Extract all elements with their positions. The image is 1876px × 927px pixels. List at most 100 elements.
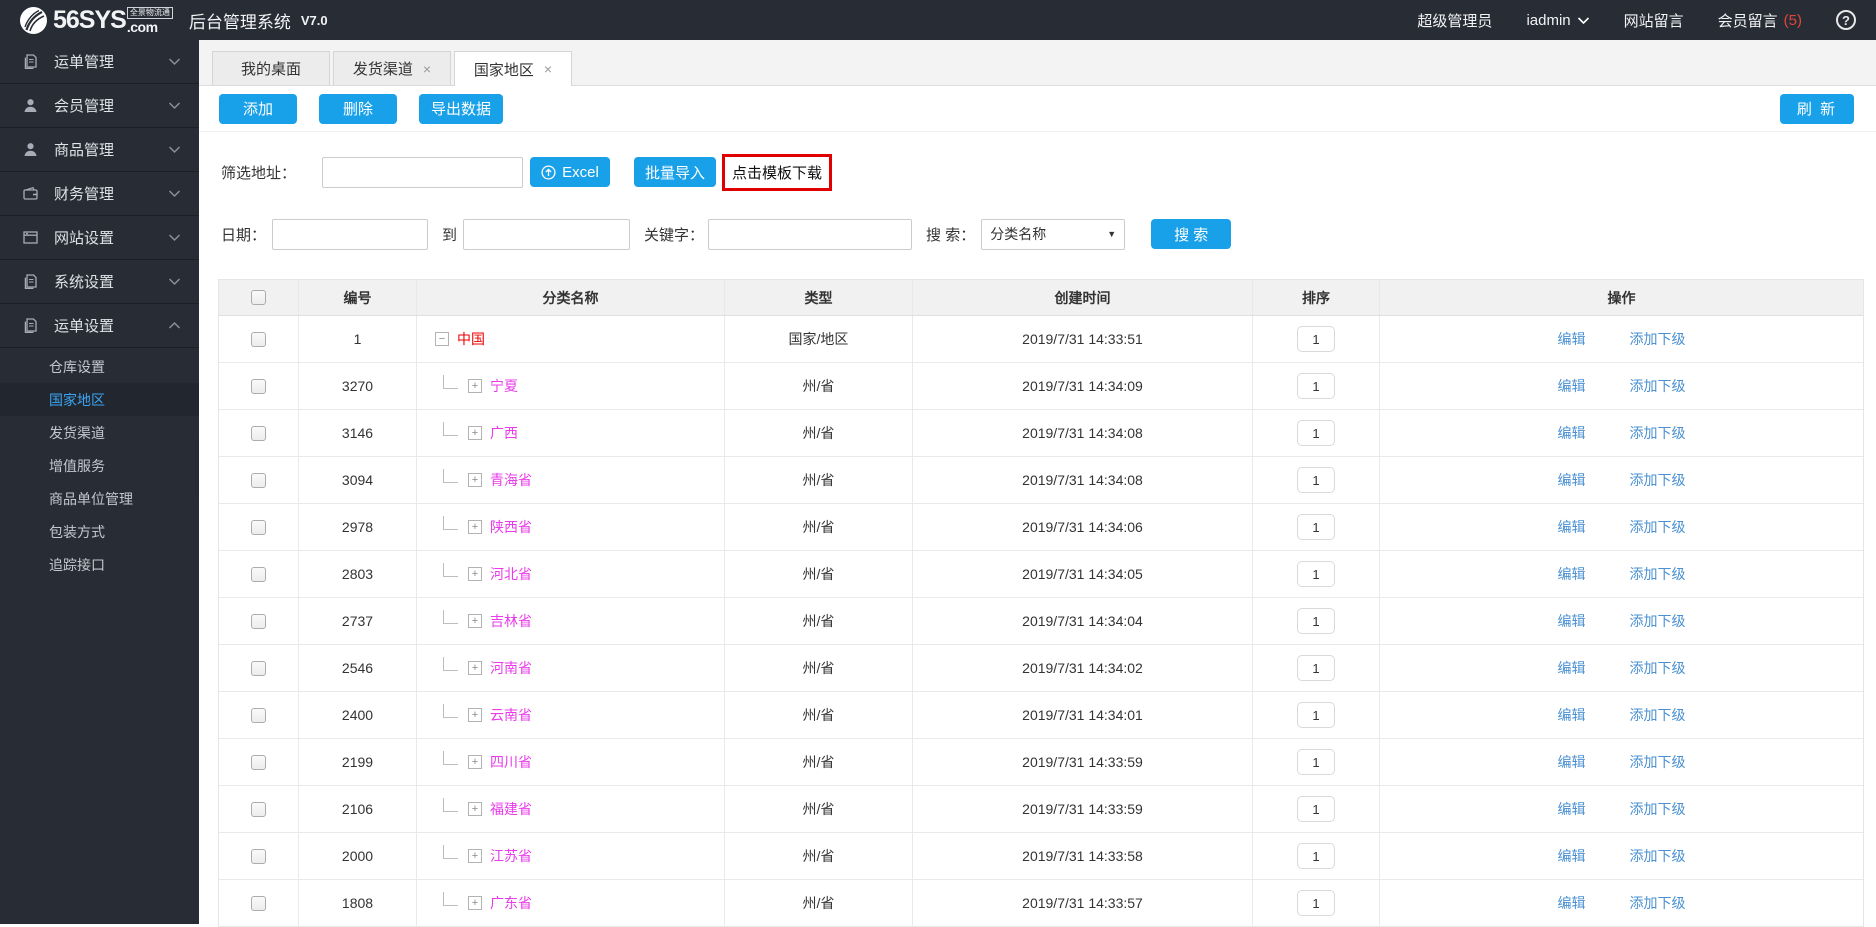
region-link[interactable]: 陕西省 [490, 517, 532, 537]
keyword-input[interactable] [708, 218, 913, 250]
add-child-link[interactable]: 添加下级 [1630, 752, 1686, 772]
sort-order-input[interactable]: 1 [1297, 796, 1335, 822]
excel-button[interactable]: Excel [530, 157, 611, 187]
region-link[interactable]: 江苏省 [490, 846, 532, 866]
tree-expand-icon[interactable]: + [468, 755, 482, 769]
edit-link[interactable]: 编辑 [1558, 611, 1586, 631]
row-checkbox[interactable] [251, 519, 266, 535]
sidebar-subitem-增值服务[interactable]: 增值服务 [0, 449, 199, 482]
sort-order-input[interactable]: 1 [1297, 608, 1335, 634]
tab-我的桌面[interactable]: 我的桌面 [212, 51, 330, 85]
edit-link[interactable]: 编辑 [1558, 517, 1586, 537]
sidebar-item-财务管理[interactable]: 财务管理 [0, 172, 199, 216]
close-icon[interactable]: × [423, 61, 431, 77]
sidebar-item-商品管理[interactable]: 商品管理 [0, 128, 199, 172]
sidebar-item-会员管理[interactable]: 会员管理 [0, 84, 199, 128]
sort-order-input[interactable]: 1 [1297, 843, 1335, 869]
region-link[interactable]: 河北省 [490, 564, 532, 584]
sidebar-subitem-追踪接口[interactable]: 追踪接口 [0, 548, 199, 581]
edit-link[interactable]: 编辑 [1558, 470, 1586, 490]
sort-order-input[interactable]: 1 [1297, 702, 1335, 728]
row-checkbox[interactable] [251, 754, 266, 770]
row-checkbox[interactable] [251, 801, 266, 817]
tree-expand-icon[interactable]: + [468, 567, 482, 581]
add-child-link[interactable]: 添加下级 [1630, 423, 1686, 443]
region-link[interactable]: 云南省 [490, 705, 532, 725]
edit-link[interactable]: 编辑 [1558, 893, 1586, 913]
date-from-input[interactable] [272, 218, 429, 250]
add-child-link[interactable]: 添加下级 [1630, 564, 1686, 584]
add-child-link[interactable]: 添加下级 [1630, 846, 1686, 866]
add-child-link[interactable]: 添加下级 [1630, 799, 1686, 819]
tree-expand-icon[interactable]: + [468, 849, 482, 863]
edit-link[interactable]: 编辑 [1558, 564, 1586, 584]
tree-expand-icon[interactable]: + [468, 708, 482, 722]
add-child-link[interactable]: 添加下级 [1630, 705, 1686, 725]
add-child-link[interactable]: 添加下级 [1630, 611, 1686, 631]
sidebar-item-系统设置[interactable]: 系统设置 [0, 260, 199, 304]
search-button[interactable]: 搜 索 [1151, 219, 1232, 249]
sort-order-input[interactable]: 1 [1297, 655, 1335, 681]
address-filter-input[interactable] [322, 156, 524, 188]
tab-国家地区[interactable]: 国家地区 × [454, 51, 572, 86]
row-checkbox[interactable] [251, 378, 266, 394]
edit-link[interactable]: 编辑 [1558, 799, 1586, 819]
edit-link[interactable]: 编辑 [1558, 752, 1586, 772]
tab-发货渠道[interactable]: 发货渠道 × [333, 51, 451, 85]
edit-link[interactable]: 编辑 [1558, 329, 1586, 349]
row-checkbox[interactable] [251, 848, 266, 864]
region-link[interactable]: 广西 [490, 423, 518, 443]
sort-order-input[interactable]: 1 [1297, 326, 1335, 352]
row-checkbox[interactable] [251, 425, 266, 441]
tree-expand-icon[interactable]: + [468, 802, 482, 816]
row-checkbox[interactable] [251, 566, 266, 582]
sidebar-subitem-包装方式[interactable]: 包装方式 [0, 515, 199, 548]
add-child-link[interactable]: 添加下级 [1630, 329, 1686, 349]
sort-order-input[interactable]: 1 [1297, 561, 1335, 587]
batch-import-button[interactable]: 批量导入 [634, 157, 717, 187]
tree-expand-icon[interactable]: + [468, 379, 482, 393]
edit-link[interactable]: 编辑 [1558, 846, 1586, 866]
tree-expand-icon[interactable]: + [468, 426, 482, 440]
user-menu[interactable]: iadmin [1526, 12, 1589, 29]
export-button[interactable]: 导出数据 [419, 93, 503, 124]
tree-expand-icon[interactable]: + [468, 661, 482, 675]
region-link[interactable]: 中国 [457, 329, 485, 349]
sidebar-subitem-国家地区[interactable]: 国家地区 [0, 383, 199, 416]
sort-order-input[interactable]: 1 [1297, 890, 1335, 916]
help-icon[interactable]: ? [1836, 10, 1856, 30]
close-icon[interactable]: × [544, 61, 552, 77]
sort-order-input[interactable]: 1 [1297, 749, 1335, 775]
sort-order-input[interactable]: 1 [1297, 420, 1335, 446]
edit-link[interactable]: 编辑 [1558, 376, 1586, 396]
sort-order-input[interactable]: 1 [1297, 467, 1335, 493]
date-to-input[interactable] [463, 218, 631, 250]
delete-button[interactable]: 删除 [319, 93, 397, 124]
row-checkbox[interactable] [251, 707, 266, 723]
add-button[interactable]: 添加 [219, 93, 297, 124]
refresh-button[interactable]: 刷 新 [1780, 93, 1854, 124]
region-link[interactable]: 吉林省 [490, 611, 532, 631]
region-link[interactable]: 广东省 [490, 893, 532, 913]
sort-order-input[interactable]: 1 [1297, 373, 1335, 399]
edit-link[interactable]: 编辑 [1558, 658, 1586, 678]
tree-collapse-icon[interactable]: − [435, 332, 449, 346]
region-link[interactable]: 福建省 [490, 799, 532, 819]
region-link[interactable]: 青海省 [490, 470, 532, 490]
region-link[interactable]: 宁夏 [490, 376, 518, 396]
add-child-link[interactable]: 添加下级 [1630, 658, 1686, 678]
edit-link[interactable]: 编辑 [1558, 705, 1586, 725]
add-child-link[interactable]: 添加下级 [1630, 470, 1686, 490]
sort-order-input[interactable]: 1 [1297, 514, 1335, 540]
sidebar-item-运单设置[interactable]: 运单设置 [0, 304, 199, 348]
site-messages-link[interactable]: 网站留言 [1624, 10, 1684, 31]
sidebar-item-运单管理[interactable]: 运单管理 [0, 40, 199, 84]
member-messages-link[interactable]: 会员留言 (5) [1718, 10, 1802, 31]
select-all-checkbox[interactable] [251, 290, 266, 305]
region-link[interactable]: 四川省 [490, 752, 532, 772]
add-child-link[interactable]: 添加下级 [1630, 376, 1686, 396]
row-checkbox[interactable] [251, 660, 266, 676]
tree-expand-icon[interactable]: + [468, 896, 482, 910]
row-checkbox[interactable] [251, 331, 266, 347]
row-checkbox[interactable] [251, 472, 266, 488]
